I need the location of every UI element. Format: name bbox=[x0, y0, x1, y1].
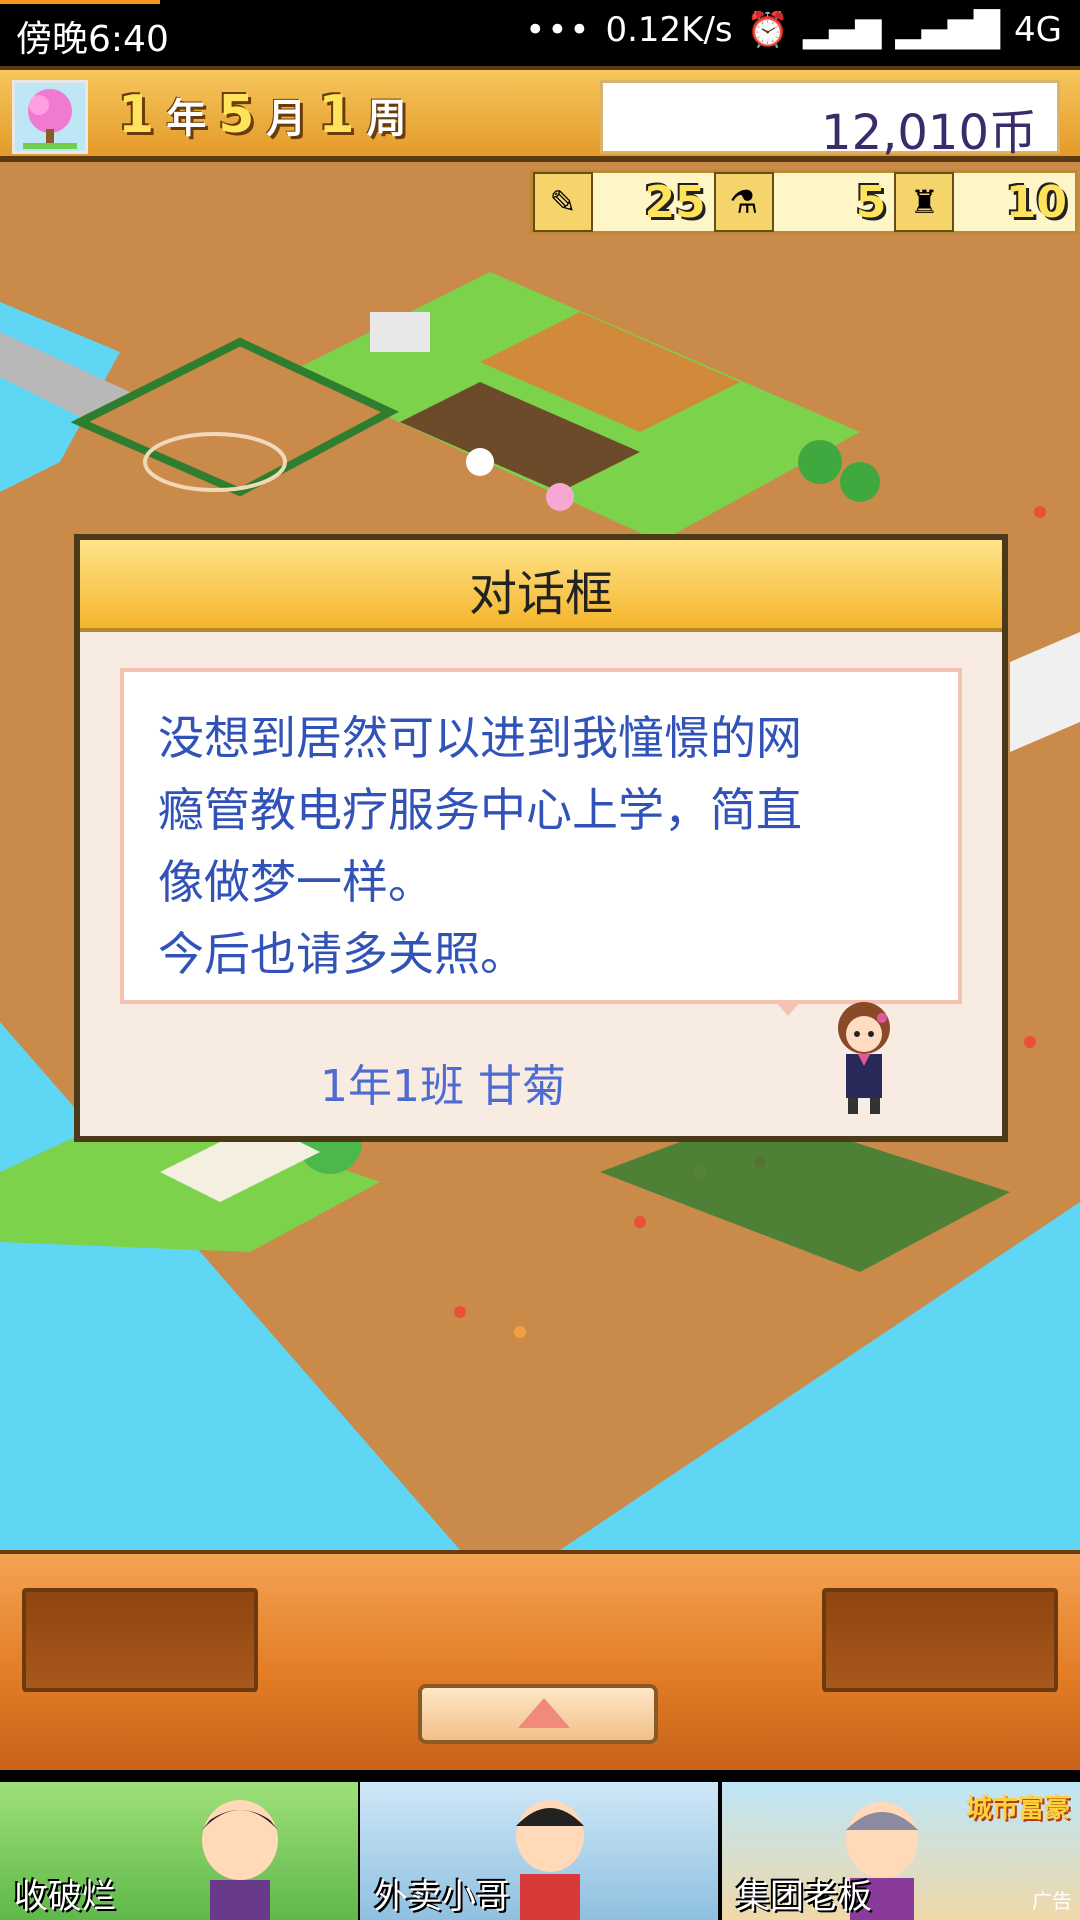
ad-banner[interactable]: 收破烂 外卖小哥 城市富豪 集团老板 广告 bbox=[0, 1782, 1080, 1920]
flask-icon[interactable]: ⚗ bbox=[713, 172, 774, 232]
dialog-header: 对话框 bbox=[80, 540, 1002, 632]
bottom-panel bbox=[0, 1550, 1080, 1770]
right-slot-button[interactable] bbox=[822, 1588, 1058, 1692]
money-display: 12,010币 bbox=[600, 80, 1060, 161]
week-unit: 周 bbox=[366, 96, 407, 142]
character-icon bbox=[202, 1800, 278, 1920]
money-value: 12,010币 bbox=[821, 105, 1037, 161]
bubble-tail bbox=[774, 1000, 802, 1016]
speaker-name: 1年1班 甘菊 bbox=[320, 1061, 566, 1112]
year-number: 1 bbox=[118, 85, 155, 145]
game-top-bar: 1 年 5 月 1 周 12,010币 bbox=[0, 66, 1080, 162]
dialog-line: 像做梦一样。 bbox=[158, 855, 434, 909]
status-dots: ••• bbox=[525, 10, 592, 50]
ad-label: 收破烂 bbox=[14, 1877, 116, 1917]
network-speed: 0.12K/s bbox=[605, 10, 733, 50]
up-arrow-icon bbox=[518, 1698, 570, 1728]
network-type: 4G bbox=[1014, 10, 1062, 50]
ad-tile[interactable]: 城市富豪 集团老板 广告 bbox=[722, 1782, 1080, 1920]
month-unit: 月 bbox=[266, 96, 307, 142]
tree-icon[interactable] bbox=[12, 80, 88, 154]
ad-tile[interactable]: 收破烂 bbox=[0, 1782, 358, 1920]
resource-value: 5 bbox=[855, 176, 887, 228]
year-unit: 年 bbox=[166, 96, 207, 142]
game-date: 1 年 5 月 1 周 bbox=[118, 80, 407, 150]
dialog-line: 没想到居然可以进到我憧憬的网 bbox=[158, 711, 802, 765]
pencil-icon[interactable]: ✎ bbox=[533, 172, 593, 232]
signal-icon: ▂▄▆ bbox=[802, 10, 882, 50]
status-time: 傍晚6:40 bbox=[16, 19, 169, 60]
resource-strip: ✎ 25 ⚗ 5 ♜ 10 bbox=[530, 170, 1078, 234]
signal-icon-2: ▂▄▆█ bbox=[895, 10, 1001, 50]
status-bar: 傍晚6:40 ••• 0.12K/s ⏰ ▂▄▆ ▂▄▆█ 4G bbox=[0, 0, 1080, 66]
dialog-line: 今后也请多关照。 bbox=[158, 927, 526, 981]
trophy-icon[interactable]: ♜ bbox=[894, 172, 955, 232]
resource-value: 25 bbox=[644, 176, 706, 228]
expand-menu-button[interactable] bbox=[418, 1684, 658, 1744]
dialog-box[interactable]: 对话框 没想到居然可以进到我憧憬的网 瘾管教电疗服务中心上学，简直 像做梦一样。… bbox=[74, 534, 1008, 1142]
status-accent-strip bbox=[0, 0, 160, 4]
left-slot-button[interactable] bbox=[22, 1588, 258, 1692]
resource-value: 10 bbox=[1005, 176, 1068, 228]
ad-label: 集团老板 bbox=[736, 1877, 872, 1917]
dialog-line: 瘾管教电疗服务中心上学，简直 bbox=[158, 783, 802, 837]
status-right-group: ••• 0.12K/s ⏰ ▂▄▆ ▂▄▆█ 4G bbox=[525, 10, 1062, 50]
speech-bubble: 没想到居然可以进到我憧憬的网 瘾管教电疗服务中心上学，简直 像做梦一样。 今后也… bbox=[120, 668, 962, 1004]
dialog-message: 没想到居然可以进到我憧憬的网 瘾管教电疗服务中心上学，简直 像做梦一样。 今后也… bbox=[158, 702, 948, 990]
week-number: 1 bbox=[318, 85, 355, 145]
ad-label: 外卖小哥 bbox=[374, 1877, 510, 1917]
dialog-title: 对话框 bbox=[468, 566, 613, 622]
ad-badge: 城市富豪 bbox=[965, 1794, 1070, 1824]
student-avatar bbox=[838, 1002, 890, 1114]
ad-tag: 广告 bbox=[1032, 1889, 1072, 1913]
ad-tile[interactable]: 外卖小哥 bbox=[360, 1782, 718, 1920]
month-number: 5 bbox=[218, 85, 255, 145]
alarm-icon: ⏰ bbox=[746, 10, 789, 50]
